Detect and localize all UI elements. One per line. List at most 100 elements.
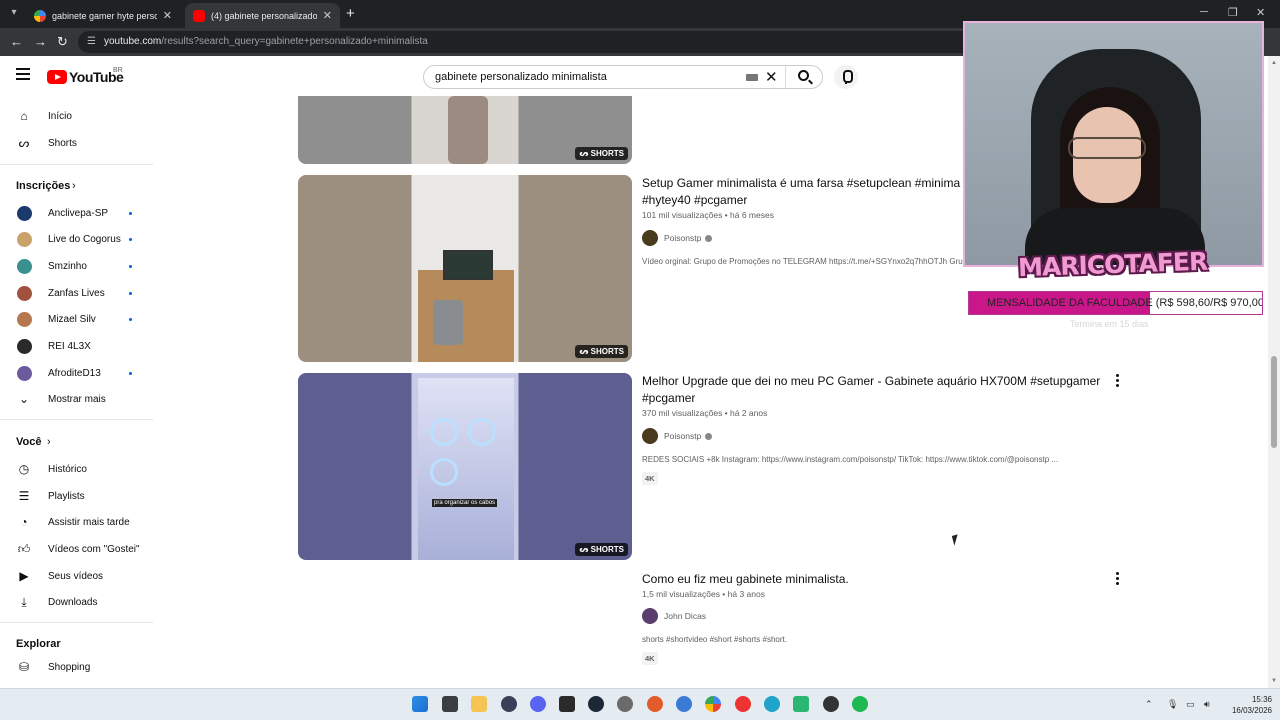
sidebar-item-downloads[interactable]: ⤓ Downloads — [0, 589, 155, 615]
sidebar-item-subscription[interactable]: AfroditeD13 — [0, 360, 155, 386]
subscriptions-header[interactable]: Inscrições › — [0, 173, 155, 199]
app-icon[interactable] — [676, 696, 692, 712]
close-tab-icon[interactable]: ✕ — [323, 9, 332, 22]
close-window-icon[interactable]: ✕ — [1256, 6, 1265, 19]
network-icon[interactable]: ▭ — [1186, 699, 1195, 710]
scroll-down-icon[interactable]: ▼ — [1271, 678, 1277, 684]
sidebar-item-subscription[interactable]: Mizael Silv — [0, 306, 155, 332]
opera-icon[interactable] — [735, 696, 751, 712]
browser-tab[interactable]: gabinete gamer hyte personaliz ✕ — [26, 3, 180, 28]
video-meta: 1,5 mil visualizações • há 3 anos — [642, 589, 765, 599]
volume-icon[interactable]: 🔊︎ — [1204, 699, 1210, 710]
search-button[interactable] — [785, 66, 823, 88]
tab-search-icon[interactable]: ▾ — [6, 5, 22, 21]
shorts-icon: ᔕ — [18, 136, 30, 150]
sidebar-item-subscription[interactable]: Smzinho — [0, 253, 155, 279]
task-view-icon[interactable] — [442, 696, 458, 712]
mic-tray-icon[interactable]: 🎙︎ — [1167, 699, 1178, 710]
channel-link[interactable]: Poisonstp — [642, 428, 713, 444]
more-actions-icon[interactable] — [1116, 374, 1120, 389]
video-title-line2[interactable]: #hytey40 #pcgamer — [642, 192, 747, 209]
file-explorer-icon[interactable] — [471, 696, 487, 712]
steam-icon[interactable] — [588, 696, 604, 712]
sidebar-item-subscription[interactable]: Anclivepa-SP — [0, 200, 155, 226]
sidebar-divider — [0, 164, 153, 165]
goal-text: MENSALIDADE DA FACULDADE (R$ 598,60/R$ 9… — [987, 297, 1263, 309]
edge-icon[interactable] — [764, 696, 780, 712]
site-info-icon[interactable]: ☰ — [87, 36, 96, 47]
video-title[interactable]: Melhor Upgrade que dei no meu PC Gamer -… — [642, 373, 1102, 390]
menu-icon[interactable] — [16, 68, 30, 80]
video-thumbnail[interactable]: pra organizar os cabos ᔕ SHORTS — [298, 373, 632, 560]
video-thumbnail[interactable]: ᔕ SHORTS — [298, 175, 632, 362]
page-scrollbar[interactable]: ▲ ▼ — [1268, 56, 1280, 688]
system-clock[interactable]: 15:36 16/03/2026 — [1222, 694, 1272, 716]
shorts-badge: ᔕ SHORTS — [575, 345, 628, 358]
tray-chevron-icon[interactable]: ⌃ — [1145, 699, 1153, 710]
back-icon[interactable]: ← — [10, 34, 23, 49]
epic-games-icon[interactable] — [559, 696, 575, 712]
sidebar-item-liked-videos[interactable]: 👍︎ Vídeos com "Gostei" — [0, 536, 155, 562]
you-header[interactable]: Você › — [0, 429, 155, 455]
sidebar-item-shopping[interactable]: ⛁ Shopping — [0, 654, 155, 680]
app-icon[interactable] — [647, 696, 663, 712]
channel-name[interactable]: Poisonstp — [664, 233, 701, 243]
scroll-up-icon[interactable]: ▲ — [1271, 60, 1277, 66]
youtube-logo[interactable]: YouTube — [47, 69, 124, 85]
app-icon[interactable] — [793, 696, 809, 712]
obs-icon[interactable] — [617, 696, 633, 712]
channel-name[interactable]: Poisonstp — [664, 431, 701, 441]
clear-search-icon[interactable]: ✕ — [765, 68, 778, 86]
scrollbar-thumb[interactable] — [1271, 356, 1277, 448]
sidebar-item-subscription[interactable]: REI 4L3X — [0, 333, 155, 359]
video-title-line2[interactable]: #pcgamer — [642, 390, 695, 407]
channel-name[interactable]: John Dicas — [664, 611, 706, 621]
search-box[interactable]: gabinete personalizado minimalista ✕ — [423, 65, 823, 89]
forward-icon[interactable]: → — [34, 34, 47, 49]
country-code: BR — [113, 67, 123, 74]
reload-icon[interactable]: ↻ — [57, 34, 68, 50]
close-tab-icon[interactable]: ✕ — [163, 9, 172, 22]
sidebar-item-subscription[interactable]: Zanfas Lives — [0, 280, 155, 306]
new-tab-icon[interactable]: + — [346, 5, 355, 22]
thumbnail-fan — [430, 418, 458, 446]
sidebar-item-home[interactable]: ⌂ Início — [0, 103, 155, 129]
url-text: youtube.com/results?search_query=gabinet… — [104, 36, 428, 47]
video-thumbnail[interactable]: ᔕ SHORTS — [298, 96, 632, 164]
sidebar-item-history[interactable]: ◷ Histórico — [0, 456, 155, 482]
channel-link[interactable]: Poisonstp — [642, 230, 713, 246]
search-input[interactable]: gabinete personalizado minimalista — [435, 71, 607, 83]
channel-avatar — [17, 205, 32, 221]
voice-search-icon[interactable] — [834, 65, 858, 89]
app-icon[interactable] — [823, 696, 839, 712]
channel-avatar — [17, 258, 32, 274]
sidebar-item-watch-later[interactable]: ◔ Assistir mais tarde — [0, 509, 155, 535]
url-host: youtube.com — [104, 36, 162, 47]
minimize-icon[interactable]: ─ — [1200, 6, 1208, 18]
chrome-icon[interactable] — [705, 696, 721, 712]
sidebar-item-your-videos[interactable]: ▶ Seus vídeos — [0, 563, 155, 589]
restore-icon[interactable]: ❐ — [1228, 6, 1238, 19]
clock-time: 15:36 — [1251, 695, 1272, 704]
browser-tab-active[interactable]: (4) gabinete personalizado min ✕ — [185, 3, 340, 28]
shorts-badge-label: SHORTS — [590, 149, 624, 158]
video-title[interactable]: Setup Gamer minimalista é uma farsa #set… — [642, 175, 964, 192]
thumbnail-monitor — [443, 250, 493, 280]
sidebar-item-subscription[interactable]: Live do Cogorus — [0, 226, 155, 252]
channel-link[interactable]: John Dicas — [642, 608, 706, 624]
channel-avatar — [17, 285, 32, 301]
app-icon[interactable] — [501, 696, 517, 712]
channel-avatar — [642, 428, 658, 444]
discord-icon[interactable] — [530, 696, 546, 712]
sidebar-item-label: Histórico — [48, 463, 87, 475]
verified-icon — [705, 432, 713, 440]
shorts-badge-icon: ᔕ — [579, 149, 589, 158]
keyboard-icon[interactable] — [746, 74, 758, 81]
show-more-button[interactable]: ⌄ Mostrar mais — [0, 386, 155, 412]
spotify-icon[interactable] — [852, 696, 868, 712]
more-actions-icon[interactable] — [1116, 572, 1120, 587]
sidebar-item-playlists[interactable]: ☰ Playlists — [0, 483, 155, 509]
video-title[interactable]: Como eu fiz meu gabinete minimalista. — [642, 571, 849, 588]
sidebar-item-shorts[interactable]: ᔕ Shorts — [0, 130, 155, 156]
start-icon[interactable] — [412, 696, 428, 712]
